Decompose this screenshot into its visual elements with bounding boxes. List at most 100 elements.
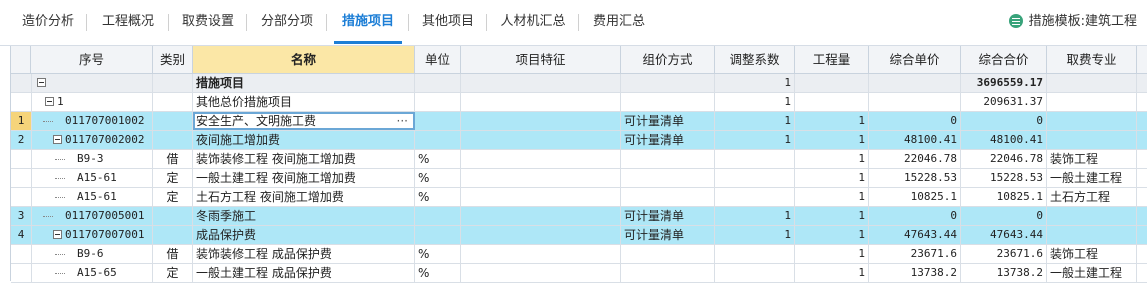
factor-cell[interactable]: 1 [715, 74, 795, 92]
col-category[interactable]: 类别 [153, 46, 193, 73]
price-mode-cell[interactable] [621, 93, 715, 111]
col-name[interactable]: 名称 [193, 46, 415, 73]
category-cell[interactable]: 借 [153, 150, 193, 168]
unit-price-cell[interactable]: 47643.44 [869, 226, 961, 244]
table-row[interactable]: A15-61 定 土石方工程 夜间施工增加费% 1 10825.1 10825.1 土石方工… [11, 188, 1147, 207]
feature-cell[interactable] [461, 264, 621, 282]
total-cell[interactable]: 15228.53 [961, 169, 1047, 187]
unit-price-cell[interactable]: 13738.2 [869, 264, 961, 282]
measure-template-selector[interactable]: 措施模板:建筑工程 [1008, 0, 1137, 44]
table-row[interactable]: B9-6 借 装饰装修工程 成品保护费% 1 23671.6 23671.6 装饰工程 [11, 245, 1147, 264]
row-number[interactable]: 1 [11, 112, 32, 130]
price-mode-cell[interactable] [621, 188, 715, 206]
feature-cell[interactable] [461, 74, 621, 92]
name-cell[interactable]: 装饰装修工程 成品保护费 [193, 245, 415, 263]
category-cell[interactable] [153, 74, 193, 92]
factor-cell[interactable] [715, 150, 795, 168]
row-number[interactable] [11, 264, 32, 282]
name-cell[interactable]: 成品保护费 [193, 226, 415, 244]
col-price-mode[interactable]: 组价方式 [621, 46, 715, 73]
quantity-cell[interactable]: 1 [795, 188, 869, 206]
fee-major-cell[interactable] [1047, 131, 1137, 149]
col-factor[interactable]: 调整系数 [715, 46, 795, 73]
unit-price-cell[interactable]: 0 [869, 112, 961, 130]
factor-cell[interactable] [715, 169, 795, 187]
row-number[interactable] [11, 245, 32, 263]
row-number[interactable] [11, 93, 32, 111]
fee-major-cell[interactable]: 装饰工程 [1047, 150, 1137, 168]
total-cell[interactable]: 209631.37 [961, 93, 1047, 111]
factor-cell[interactable] [715, 245, 795, 263]
name-cell[interactable]: 土石方工程 夜间施工增加费 [193, 188, 415, 206]
factor-cell[interactable] [715, 264, 795, 282]
row-number[interactable] [11, 150, 32, 168]
price-mode-cell[interactable] [621, 150, 715, 168]
total-cell[interactable]: 22046.78 [961, 150, 1047, 168]
category-cell[interactable] [153, 226, 193, 244]
name-cell[interactable]: 夜间施工增加费 [193, 131, 415, 149]
unit-price-cell[interactable]: 48100.41 [869, 131, 961, 149]
collapse-toggle-icon[interactable] [53, 230, 62, 239]
unit-price-cell[interactable] [869, 74, 961, 92]
unit-cell[interactable]: % [415, 169, 461, 187]
feature-cell[interactable] [461, 226, 621, 244]
category-cell[interactable]: 定 [153, 264, 193, 282]
fee-major-cell[interactable]: 土石方工程 [1047, 188, 1137, 206]
tab-labor-material-summary[interactable]: 人材机汇总 [488, 0, 578, 44]
unit-cell[interactable] [415, 226, 461, 244]
row-number[interactable]: 2 [11, 131, 32, 149]
feature-cell[interactable] [461, 93, 621, 111]
quantity-cell[interactable]: 1 [795, 264, 869, 282]
total-cell[interactable]: 0 [961, 207, 1047, 225]
unit-price-cell[interactable]: 10825.1 [869, 188, 961, 206]
category-cell[interactable] [153, 112, 193, 130]
feature-cell[interactable] [461, 245, 621, 263]
table-row[interactable]: A15-61 定 一般土建工程 夜间施工增加费% 1 15228.53 15228.53 一… [11, 169, 1147, 188]
collapse-toggle-icon[interactable] [45, 97, 54, 106]
col-quantity[interactable]: 工程量 [795, 46, 869, 73]
quantity-cell[interactable] [795, 93, 869, 111]
unit-cell[interactable] [415, 74, 461, 92]
col-fee-major[interactable]: 取费专业 [1047, 46, 1137, 73]
tab-cost-summary[interactable]: 费用汇总 [580, 0, 658, 44]
collapse-toggle-icon[interactable] [53, 135, 62, 144]
category-cell[interactable] [153, 207, 193, 225]
fee-major-cell[interactable] [1047, 226, 1137, 244]
category-cell[interactable]: 借 [153, 245, 193, 263]
feature-cell[interactable] [461, 150, 621, 168]
name-cell[interactable]: 装饰装修工程 夜间施工增加费 [193, 150, 415, 168]
name-cell[interactable]: 一般土建工程 夜间施工增加费 [193, 169, 415, 187]
table-row[interactable]: 1 其他总价措施项目 1 209631.37 [11, 93, 1147, 112]
price-mode-cell[interactable] [621, 169, 715, 187]
fee-major-cell[interactable]: 一般土建工程 [1047, 169, 1137, 187]
table-row[interactable]: 1 011707001002 安全生产、文明施工费 ··· 可计量清单 1 1 0 0 [11, 112, 1147, 131]
quantity-cell[interactable]: 1 [795, 226, 869, 244]
row-number[interactable]: 4 [11, 226, 32, 244]
tab-cost-analysis[interactable]: 造价分析 [10, 0, 86, 44]
seq-cell[interactable] [31, 74, 153, 92]
seq-cell[interactable]: 011707002002 [31, 131, 153, 149]
table-row[interactable]: B9-3 借 装饰装修工程 夜间施工增加费% 1 22046.78 22046.78 装饰工… [11, 150, 1147, 169]
table-row[interactable]: 措施项目 1 3696559.17 [11, 74, 1147, 93]
col-unit[interactable]: 单位 [415, 46, 461, 73]
feature-cell[interactable] [461, 169, 621, 187]
price-mode-cell[interactable] [621, 264, 715, 282]
feature-cell[interactable] [461, 112, 621, 130]
tab-fee-settings[interactable]: 取费设置 [170, 0, 246, 44]
quantity-cell[interactable]: 1 [795, 169, 869, 187]
table-row[interactable]: 4 011707007001 成品保护费 可计量清单 1 1 47643.44 47643.4… [11, 226, 1147, 245]
table-row[interactable]: 2 011707002002 夜间施工增加费 可计量清单 1 1 48100.41 48100… [11, 131, 1147, 150]
unit-price-cell[interactable]: 22046.78 [869, 150, 961, 168]
row-number[interactable] [11, 169, 32, 187]
name-cell[interactable]: 其他总价措施项目 [193, 93, 415, 111]
unit-cell[interactable] [415, 207, 461, 225]
unit-price-cell[interactable] [869, 93, 961, 111]
price-mode-cell[interactable]: 可计量清单 [621, 207, 715, 225]
tab-measures[interactable]: 措施项目 [328, 0, 408, 44]
seq-cell[interactable]: 011707007001 [31, 226, 153, 244]
seq-cell[interactable]: 1 [31, 93, 153, 111]
seq-cell[interactable]: 011707001002 [31, 112, 153, 130]
total-cell[interactable]: 48100.41 [961, 131, 1047, 149]
tab-project-overview[interactable]: 工程概况 [88, 0, 168, 44]
name-cell[interactable]: 安全生产、文明施工费 ··· [193, 112, 415, 130]
